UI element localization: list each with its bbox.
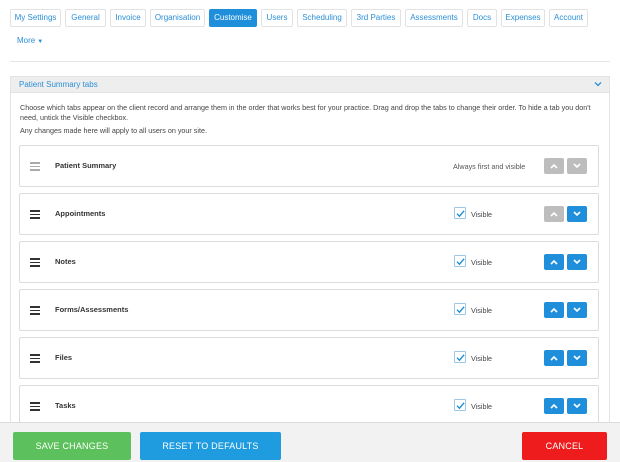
- visible-label: Visible: [471, 402, 493, 411]
- chevron-down-icon: [573, 307, 581, 313]
- chevron-down-icon: [573, 163, 581, 169]
- visible-label: Visible: [471, 258, 493, 267]
- move-up-button[interactable]: [544, 254, 564, 270]
- drag-handle-icon[interactable]: [30, 402, 40, 411]
- more-dropdown[interactable]: More ▼: [17, 35, 43, 47]
- checkmark-icon: [456, 402, 465, 410]
- chevron-down-icon: [573, 403, 581, 409]
- divider: [10, 61, 610, 62]
- tab-row-notes[interactable]: Notes Visible: [19, 241, 599, 283]
- chevron-up-icon: [550, 211, 558, 217]
- chevron-down-icon[interactable]: [593, 79, 603, 89]
- row-label: Notes: [55, 257, 76, 266]
- tab-expenses[interactable]: Expenses: [501, 9, 545, 27]
- row-label: Tasks: [55, 401, 76, 410]
- drag-handle-icon[interactable]: [30, 258, 40, 267]
- reset-to-defaults-button[interactable]: RESET TO DEFAULTS: [140, 432, 281, 460]
- tab-general[interactable]: General: [65, 9, 106, 27]
- visible-checkbox[interactable]: [454, 399, 466, 411]
- visible-checkbox[interactable]: [454, 351, 466, 363]
- tab-account[interactable]: Account: [549, 9, 588, 27]
- visible-label: Visible: [471, 306, 493, 315]
- move-up-button: [544, 158, 564, 174]
- tab-customise[interactable]: Customise: [209, 9, 257, 27]
- tab-row-files[interactable]: Files Visible: [19, 337, 599, 379]
- chevron-down-icon: [573, 259, 581, 265]
- panel-note: Any changes made here will apply to all …: [20, 126, 207, 135]
- action-footer: SAVE CHANGES RESET TO DEFAULTS CANCEL: [0, 422, 620, 462]
- checkmark-icon: [456, 354, 465, 362]
- move-up-button: [544, 206, 564, 222]
- checkmark-icon: [456, 210, 465, 218]
- visible-label: Visible: [471, 210, 493, 219]
- panel-title: Patient Summary tabs: [19, 80, 98, 89]
- chevron-up-icon: [550, 259, 558, 265]
- cancel-button[interactable]: CANCEL: [522, 432, 607, 460]
- tab-scheduling[interactable]: Scheduling: [297, 9, 347, 27]
- row-label: Files: [55, 353, 73, 362]
- chevron-up-icon: [550, 355, 558, 361]
- visible-checkbox[interactable]: [454, 255, 466, 267]
- visible-label: Visible: [471, 354, 493, 363]
- checkmark-icon: [456, 258, 465, 266]
- chevron-up-icon: [550, 403, 558, 409]
- panel-header[interactable]: Patient Summary tabs: [11, 77, 609, 93]
- tab-row-forms-assessments[interactable]: Forms/Assessments Visible: [19, 289, 599, 331]
- tab-row-appointments[interactable]: Appointments Visible: [19, 193, 599, 235]
- drag-handle-icon: [30, 162, 40, 171]
- tab-3rd-parties[interactable]: 3rd Parties: [351, 9, 401, 27]
- patient-summary-tabs-panel: Patient Summary tabs Choose which tabs a…: [10, 76, 610, 436]
- caret-down-icon: ▼: [37, 39, 44, 45]
- chevron-down-icon: [573, 355, 581, 361]
- row-label: Forms/Assessments: [55, 305, 129, 314]
- visible-checkbox[interactable]: [454, 207, 466, 219]
- save-changes-button[interactable]: SAVE CHANGES: [13, 432, 131, 460]
- tab-row-tasks[interactable]: Tasks Visible: [19, 385, 599, 427]
- move-down-button[interactable]: [567, 350, 587, 366]
- move-down-button[interactable]: [567, 302, 587, 318]
- drag-handle-icon[interactable]: [30, 210, 40, 219]
- always-first-note: Always first and visible: [453, 162, 526, 171]
- visible-checkbox[interactable]: [454, 303, 466, 315]
- row-label: Patient Summary: [55, 161, 117, 170]
- tab-users[interactable]: Users: [261, 9, 293, 27]
- move-up-button[interactable]: [544, 398, 564, 414]
- drag-handle-icon[interactable]: [30, 306, 40, 315]
- drag-handle-icon[interactable]: [30, 354, 40, 363]
- move-up-button[interactable]: [544, 302, 564, 318]
- move-down-button[interactable]: [567, 254, 587, 270]
- row-label: Appointments: [55, 209, 106, 218]
- panel-description: Choose which tabs appear on the client r…: [20, 103, 591, 122]
- move-down-button[interactable]: [567, 398, 587, 414]
- move-up-button[interactable]: [544, 350, 564, 366]
- tab-my-settings[interactable]: My Settings: [10, 9, 61, 27]
- tab-docs[interactable]: Docs: [467, 9, 497, 27]
- chevron-up-icon: [550, 307, 558, 313]
- chevron-down-icon: [573, 211, 581, 217]
- checkmark-icon: [456, 306, 465, 314]
- tab-organisation[interactable]: Organisation: [150, 9, 205, 27]
- move-down-button: [567, 158, 587, 174]
- tab-assessments[interactable]: Assessments: [405, 9, 463, 27]
- more-label: More: [17, 36, 36, 45]
- move-down-button[interactable]: [567, 206, 587, 222]
- chevron-up-icon: [550, 163, 558, 169]
- tab-invoice[interactable]: Invoice: [110, 9, 146, 27]
- tab-row-patient-summary: Patient Summary Always first and visible: [19, 145, 599, 187]
